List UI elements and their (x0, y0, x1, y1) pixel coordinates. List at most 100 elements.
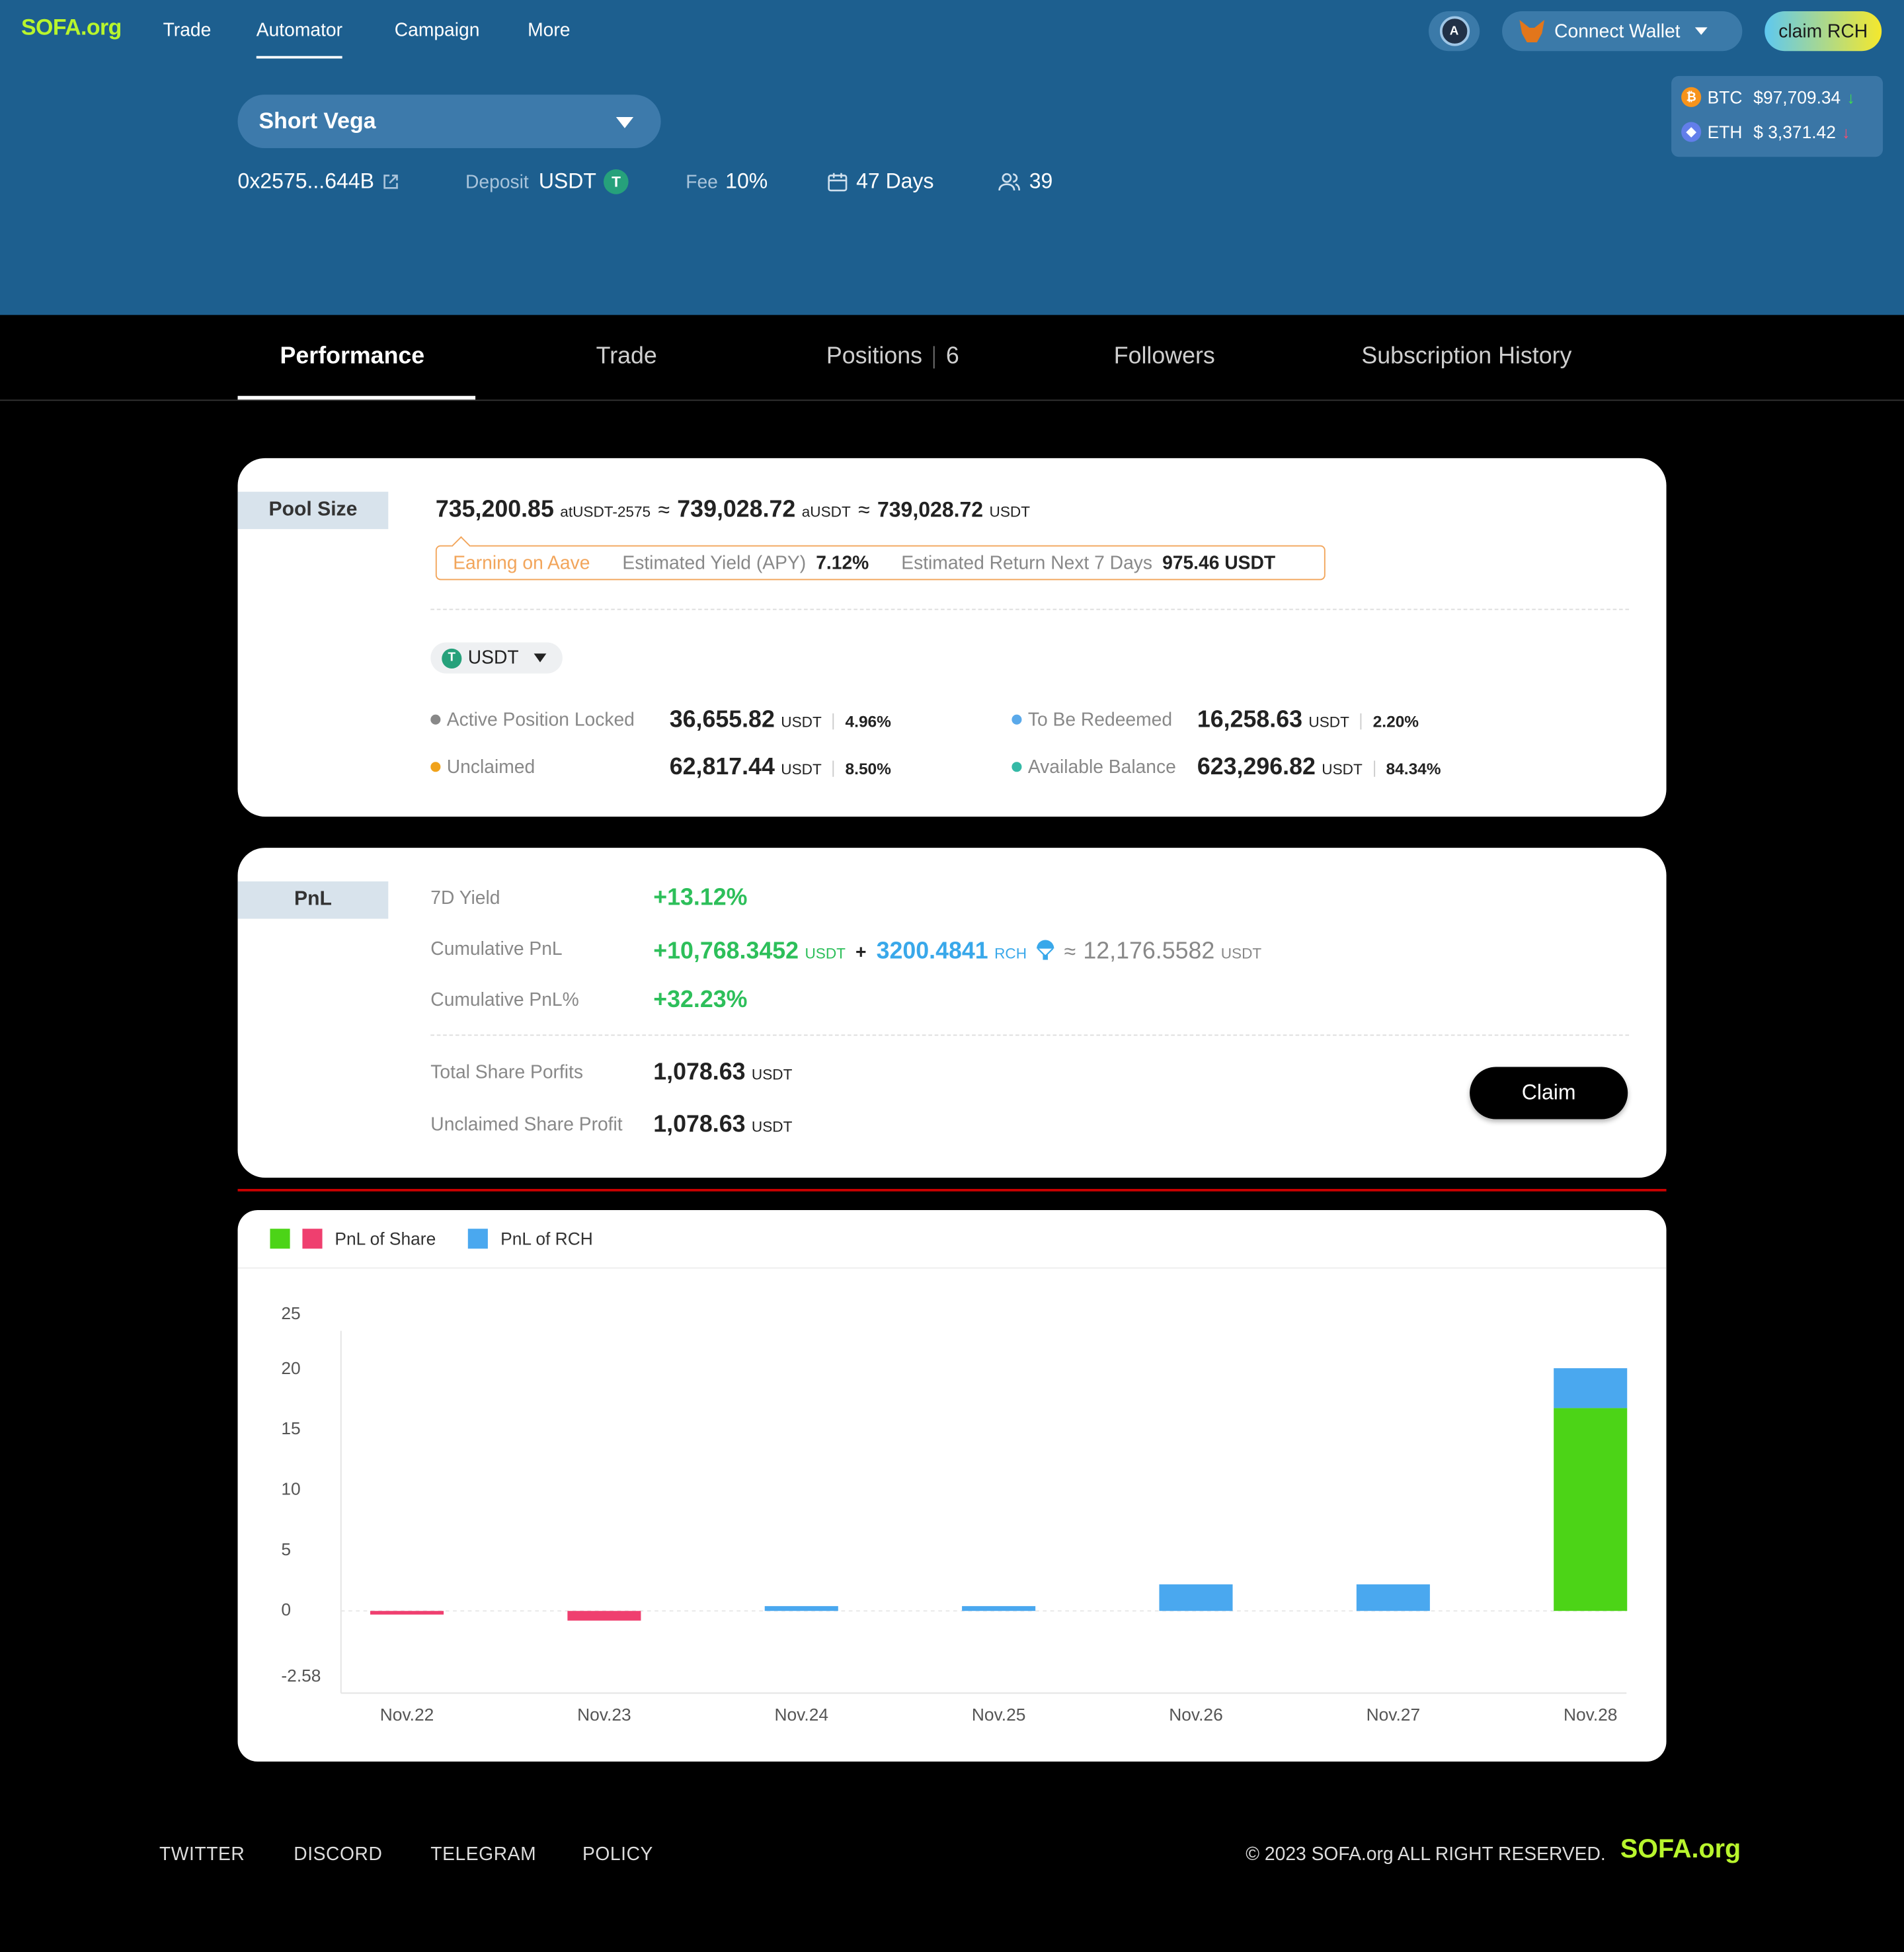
unclaimed-share-profit-label: Unclaimed Share Profit (430, 1114, 622, 1135)
apy-value: 7.12% (816, 551, 869, 573)
pool-unit-2: aUSDT (801, 503, 851, 520)
nav-trade[interactable]: Trade (163, 20, 212, 41)
bar-rch-Nov.24 (764, 1606, 838, 1611)
claim-button[interactable]: Claim (1470, 1067, 1628, 1119)
tab-subscription-history[interactable]: Subscription History (1361, 344, 1571, 371)
arrow-down-icon: ↓ (1842, 122, 1850, 142)
total-share-profits-value-row: 1,078.63 USDT (653, 1059, 792, 1086)
network-button[interactable]: A (1428, 11, 1480, 52)
tab-followers[interactable]: Followers (1114, 344, 1215, 371)
pool-size-card: Pool Size 735,200.85 atUSDT-2575 ≈ 739,0… (237, 458, 1667, 817)
apy-label: Estimated Yield (APY) (622, 551, 807, 573)
y-tick-label: 25 (281, 1303, 300, 1323)
approx-value: 12,176.5582 (1083, 938, 1215, 965)
tab-performance[interactable]: Performance (280, 344, 425, 371)
earning-label: Earning on Aave (453, 551, 590, 573)
pool-size-values: 735,200.85 atUSDT-2575 ≈ 739,028.72 aUSD… (436, 497, 1030, 524)
7d-yield-label-text: 7D Yield (430, 887, 500, 909)
fee-info: Fee 10% (686, 169, 768, 194)
deposit-label: Deposit (465, 171, 529, 192)
divider (237, 1188, 1667, 1192)
address-text: 0x2575...644B (237, 169, 374, 193)
footer-link-twitter[interactable]: TWITTER (159, 1844, 245, 1865)
7d-yield-label: 7D Yield (430, 887, 500, 909)
arrow-down-icon: ↓ (1846, 87, 1855, 106)
to-be-redeemed-value-row: 16,258.63 USDT 2.20% (1197, 707, 1419, 734)
footer-link-policy[interactable]: POLICY (582, 1844, 653, 1865)
y-tick-label: 20 (281, 1358, 300, 1378)
x-tick-label: Nov.25 (972, 1705, 1026, 1725)
x-tick-label: Nov.27 (1367, 1705, 1421, 1725)
footer-link-discord[interactable]: DISCORD (294, 1844, 382, 1865)
footer-link-telegram[interactable]: TELEGRAM (430, 1844, 536, 1865)
btc-icon: ₿ (1681, 87, 1702, 107)
unit: USDT (1308, 713, 1349, 731)
external-link-icon[interactable] (381, 173, 399, 190)
bar-rch-Nov.25 (962, 1606, 1036, 1611)
status-dot (1012, 714, 1022, 725)
bar-rch-Nov.28 (1554, 1368, 1628, 1408)
to-be-redeemed-value: 16,258.63 (1197, 707, 1302, 733)
connect-wallet-button[interactable]: Connect Wallet (1502, 11, 1743, 52)
pnl-bar-chart: 25 20 15 10 5 0 -2.58 Nov.22 Nov.23 Nov.24 Nov.25 N… (281, 1303, 1628, 1725)
active-position-value: 36,655.82 (669, 707, 775, 733)
unclaimed-share-profit-value-row: 1,078.63 USDT (653, 1112, 792, 1139)
cumulative-pnl-pct-label-text: Cumulative PnL% (430, 989, 579, 1011)
available-balance-value: 623,296.82 (1197, 754, 1316, 781)
unit: USDT (751, 1065, 793, 1083)
contract-address[interactable]: 0x2575...644B (238, 169, 399, 194)
cumulative-pnl-value-row: +10,768.3452 USDT + 3200.4841 RCH ≈ 12,1… (653, 936, 1261, 966)
deposit-token: USDT (538, 169, 596, 193)
rch-value: 3200.4841 (876, 938, 988, 965)
tether-icon: T (604, 169, 629, 194)
header-hero: SOFA.org Trade Automator Campaign More A… (0, 0, 1904, 315)
token-select-label: USDT (467, 647, 519, 669)
metamask-icon (1519, 20, 1545, 43)
footer-logo[interactable]: SOFA.org (1620, 1835, 1741, 1865)
deposit-info: Deposit USDT T (465, 169, 629, 194)
unit: USDT (781, 713, 822, 731)
token-select[interactable]: T USDT (430, 642, 563, 674)
pool-size-tag: Pool Size (237, 491, 389, 530)
x-tick-label: Nov.24 (775, 1705, 829, 1725)
pnl-tag: PnL (237, 881, 389, 919)
sofa-logo[interactable]: SOFA.org (21, 15, 122, 42)
nav-more[interactable]: More (528, 20, 570, 41)
unclaimed-value: 62,817.44 (669, 754, 775, 781)
eth-icon: ◆ (1681, 122, 1702, 142)
pool-value-1: 735,200.85 (435, 497, 554, 523)
approx-sign: ≈ (1064, 940, 1076, 964)
days-info: 47 Days (826, 169, 934, 194)
status-dot (1012, 762, 1022, 772)
claim-rch-button[interactable]: claim RCH (1765, 11, 1882, 52)
btc-symbol: BTC (1707, 87, 1743, 107)
active-position-pct: 4.96% (845, 712, 891, 731)
tab-positions[interactable]: Positions 6 (826, 344, 959, 371)
to-be-redeemed-label-row: To Be Redeemed (1012, 710, 1172, 731)
active-position-value-row: 36,655.82 USDT 4.96% (670, 707, 891, 734)
return-value: 975.46 USDT (1162, 551, 1276, 573)
pool-value-3: 739,028.72 (877, 498, 984, 522)
cumulative-pnl-label: Cumulative PnL (430, 939, 562, 960)
cumulative-pnl-label-text: Cumulative PnL (430, 938, 563, 960)
followers-count: 39 (1029, 169, 1053, 193)
y-tick-label: 0 (281, 1600, 291, 1619)
available-balance-label-row: Available Balance (1012, 757, 1176, 778)
nav-automator[interactable]: Automator (256, 20, 343, 59)
x-tick-label: Nov.22 (380, 1705, 434, 1725)
unclaimed-pct: 8.50% (845, 759, 891, 778)
tab-trade[interactable]: Trade (596, 344, 657, 371)
y-tick-label: 15 (281, 1418, 300, 1438)
cumulative-pnl-pct-label: Cumulative PnL% (430, 990, 578, 1011)
chevron-down-icon (615, 116, 634, 128)
aave-earning-banner: Earning on Aave Estimated Yield (APY) 7.… (435, 545, 1326, 581)
unclaimed-label: Unclaimed (446, 756, 536, 778)
total-share-profits-label-text: Total Share Porfits (430, 1061, 584, 1083)
y-tick-label: -2.58 (281, 1666, 321, 1686)
status-dot (430, 762, 441, 772)
bar-rch-Nov.27 (1356, 1584, 1430, 1611)
nav-campaign[interactable]: Campaign (395, 20, 480, 41)
active-position-label: Active Position Locked (446, 710, 635, 731)
strategy-select[interactable]: Short Vega (237, 95, 661, 149)
btc-price: $97,709.34 (1753, 87, 1841, 107)
